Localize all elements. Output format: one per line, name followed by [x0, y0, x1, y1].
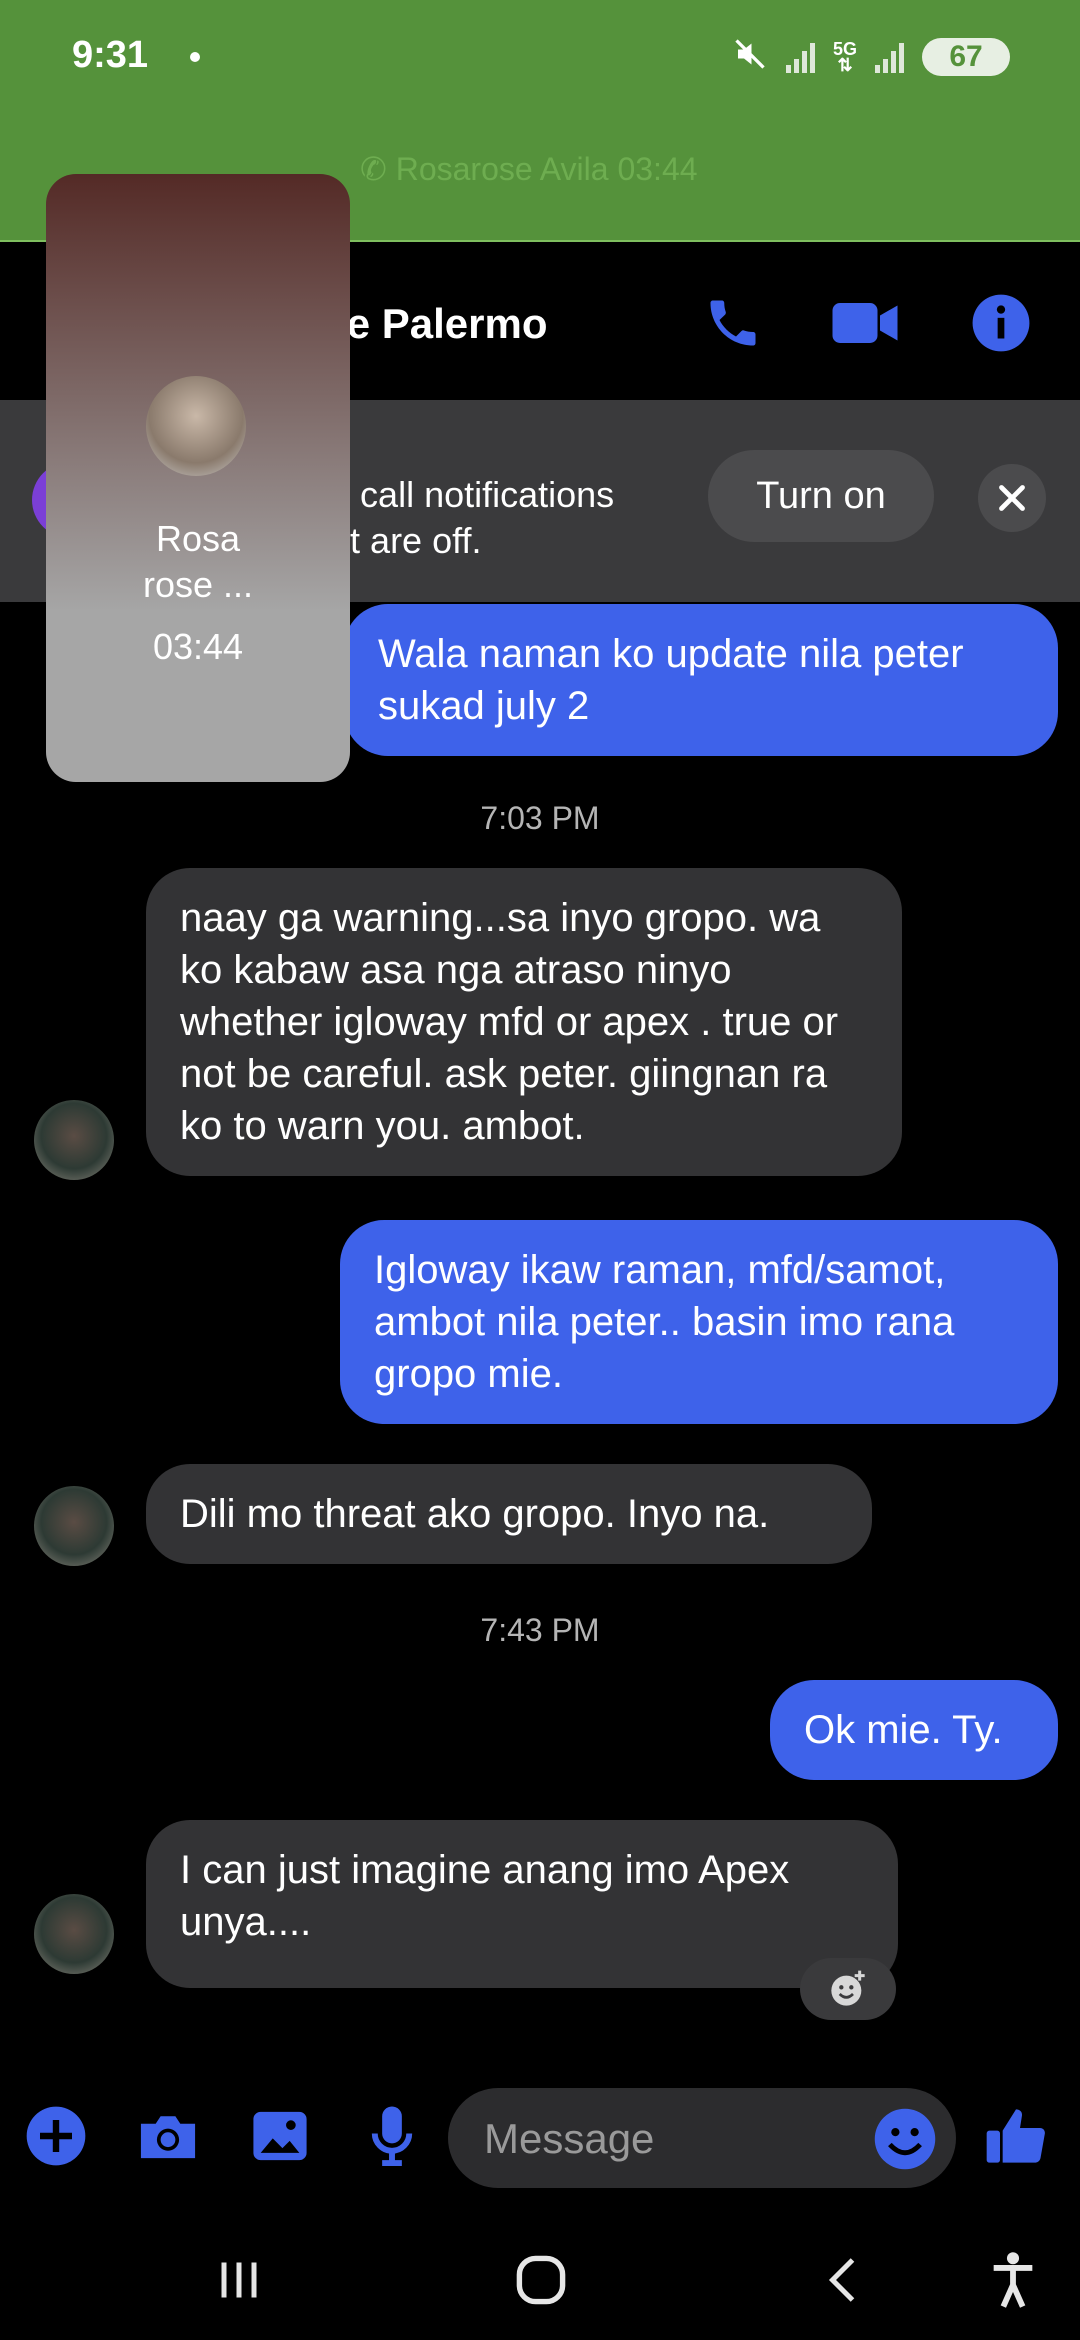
voice-message-button[interactable] — [352, 2096, 432, 2176]
message-field[interactable] — [448, 2088, 956, 2190]
gallery-button[interactable] — [240, 2096, 320, 2176]
home-icon — [516, 2255, 566, 2305]
info-button[interactable] — [966, 288, 1036, 358]
status-time: 9:31 — [72, 34, 149, 76]
back-chevron-icon — [828, 2258, 855, 2302]
phone-icon — [710, 300, 756, 346]
message-composer — [0, 2080, 1080, 2190]
info-icon — [972, 294, 1030, 352]
ongoing-call-bar[interactable]: ✆ Rosarose Avila 03:44 — [360, 150, 698, 188]
signal-icon-2 — [875, 41, 904, 73]
video-call-button[interactable] — [830, 288, 900, 358]
network-type-label: 5G ⇅ — [832, 38, 857, 75]
like-button[interactable] — [976, 2096, 1056, 2176]
message-bubble-incoming[interactable]: naay ga warning...sa inyo gropo. wa ko k… — [146, 868, 902, 1176]
accessibility-button[interactable] — [968, 2240, 1058, 2320]
signal-icon — [785, 41, 815, 73]
more-actions-button[interactable] — [16, 2096, 96, 2176]
message-bubble-outgoing[interactable]: Igloway ikaw raman, mfd/samot, ambot nil… — [340, 1220, 1058, 1424]
plus-icon — [26, 2106, 86, 2166]
ongoing-call-label: Rosarose Avila 03:44 — [395, 151, 698, 187]
status-icons: 5G ⇅ 67 — [732, 36, 1010, 77]
message-timestamp: 7:43 PM — [480, 1612, 600, 1648]
banner-text: nd call notifications hat are off. — [310, 472, 614, 564]
close-icon — [999, 485, 1025, 511]
call-pip-window[interactable]: Rosa rose ... 03:44 — [46, 174, 350, 782]
notification-dot — [190, 52, 200, 62]
microphone-icon — [371, 2106, 413, 2167]
voice-call-button[interactable] — [698, 288, 768, 358]
image-icon — [253, 2111, 307, 2161]
emoji-button[interactable] — [872, 2106, 938, 2172]
back-button[interactable] — [800, 2240, 890, 2320]
message-input[interactable] — [482, 2088, 866, 2190]
close-banner-button[interactable] — [978, 464, 1046, 532]
home-button[interactable] — [496, 2240, 586, 2320]
add-reaction-icon — [831, 1970, 865, 2006]
accessibility-icon — [993, 2252, 1033, 2308]
banner-line-2: hat are off. — [310, 520, 482, 561]
turn-on-button[interactable]: Turn on — [708, 450, 934, 542]
mute-icon — [732, 36, 768, 77]
message-bubble-incoming[interactable]: Dili mo threat ako gropo. Inyo na. — [146, 1464, 872, 1564]
camera-icon — [140, 2116, 196, 2159]
battery-indicator: 67 — [922, 37, 1010, 76]
emoji-icon — [874, 2108, 936, 2170]
pip-avatar — [146, 376, 246, 476]
message-bubble-outgoing[interactable]: Ok mie. Ty. — [770, 1680, 1058, 1780]
system-navigation-bar — [0, 2220, 1080, 2340]
message-bubble-incoming[interactable]: I can just imagine anang imo Apex unya..… — [146, 1820, 898, 1988]
battery-level: 67 — [949, 39, 983, 73]
pip-call-duration: 03:44 — [152, 626, 244, 667]
video-camera-icon — [832, 303, 898, 343]
recent-apps-icon — [221, 2262, 257, 2298]
recent-apps-button[interactable] — [194, 2240, 284, 2320]
pip-caller-name: Rosa rose ... — [142, 518, 254, 605]
banner-line-1: nd call notifications — [310, 474, 615, 515]
message-timestamp: 7:03 PM — [480, 800, 600, 836]
contact-avatar[interactable] — [34, 1100, 114, 1180]
add-reaction-button[interactable] — [800, 1958, 896, 2020]
contact-avatar[interactable] — [34, 1894, 114, 1974]
message-bubble-outgoing[interactable]: Wala naman ko update nila peter sukad ju… — [344, 604, 1058, 756]
thumbs-up-icon — [986, 2109, 1045, 2163]
camera-button[interactable] — [128, 2096, 208, 2176]
phone-icon: ✆ — [360, 151, 396, 187]
contact-avatar[interactable] — [34, 1486, 114, 1566]
